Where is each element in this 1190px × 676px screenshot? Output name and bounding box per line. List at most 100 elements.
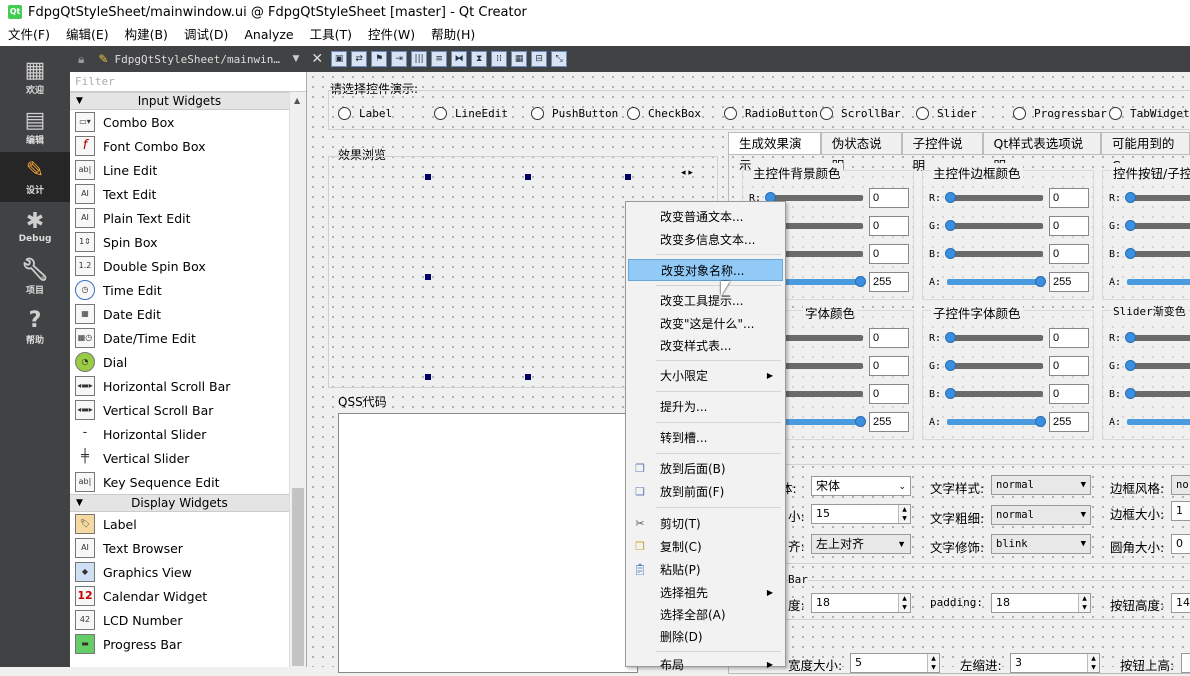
- menu-send-to-back[interactable]: ❐ 放到后面(B): [628, 458, 783, 480]
- channel-slider[interactable]: [945, 388, 1043, 399]
- tab-pseudo-states[interactable]: 伪状态说明: [820, 132, 902, 173]
- widget-line-edit[interactable]: ab| Line Edit: [70, 158, 306, 182]
- menu-select-all[interactable]: 选择全部(A): [628, 604, 783, 626]
- widget-lcd-number[interactable]: 42 LCD Number: [70, 608, 306, 632]
- scroll-up-icon[interactable]: ▲: [294, 96, 300, 105]
- channel-value[interactable]: 0: [869, 216, 909, 236]
- channel-value[interactable]: 0: [1049, 188, 1089, 208]
- menu-file[interactable]: 文件(F): [0, 24, 58, 46]
- selection-handle[interactable]: [525, 174, 531, 180]
- menu-layout[interactable]: 布局 ▶: [628, 654, 783, 676]
- slider-knob[interactable]: [1125, 388, 1136, 399]
- widget-vertical-scroll-bar[interactable]: ◂▬▸ Vertical Scroll Bar: [70, 398, 306, 422]
- slider-knob[interactable]: [945, 192, 956, 203]
- radio-checkbox[interactable]: CheckBox: [627, 107, 701, 120]
- channel-slider[interactable]: [1125, 220, 1190, 231]
- splitter-vertical-icon[interactable]: ⧗: [471, 51, 488, 67]
- menu-bring-to-front[interactable]: ❏ 放到前面(F): [628, 481, 783, 503]
- channel-slider[interactable]: [1125, 192, 1190, 203]
- edit-tab-order-icon[interactable]: ⇥: [391, 51, 408, 67]
- category-display-widgets[interactable]: ▼ Display Widgets: [70, 494, 306, 512]
- menu-change-plain-text[interactable]: 改变普通文本...: [628, 206, 783, 228]
- layout-form-icon[interactable]: ⁞⁞: [491, 51, 508, 67]
- width-size-spin[interactable]: 5 ▲ ▼: [850, 653, 940, 673]
- channel-value[interactable]: 0: [869, 244, 909, 264]
- radio-tabwidget[interactable]: TabWidget: [1109, 107, 1190, 120]
- channel-value[interactable]: 0: [1049, 356, 1089, 376]
- radio-pushbutton[interactable]: PushButton: [531, 107, 618, 120]
- adjust-size-icon[interactable]: ⤡: [551, 51, 568, 67]
- widget-plain-text-edit[interactable]: AI Plain Text Edit: [70, 206, 306, 230]
- channel-slider[interactable]: [1125, 388, 1190, 399]
- radio-radiobutton[interactable]: RadioButton: [724, 107, 818, 120]
- spin-arrows-icon[interactable]: ▲ ▼: [1078, 594, 1090, 612]
- widget-font-combo-box[interactable]: f Font Combo Box: [70, 134, 306, 158]
- spin-arrows-icon[interactable]: ▲ ▼: [927, 654, 939, 672]
- channel-slider[interactable]: [945, 360, 1043, 371]
- channel-value[interactable]: 0: [1049, 328, 1089, 348]
- edit-buddies-icon[interactable]: ⚑: [371, 51, 388, 67]
- slider-knob[interactable]: [855, 416, 866, 427]
- widget-combo-box[interactable]: ▭▾ Combo Box: [70, 110, 306, 134]
- menu-copy[interactable]: ❐ 复制(C): [628, 536, 783, 558]
- channel-slider[interactable]: [947, 416, 1046, 427]
- mode-debug[interactable]: ✱ Debug: [0, 202, 70, 252]
- left-indent-spin[interactable]: 3 ▲ ▼: [1010, 653, 1100, 673]
- channel-value[interactable]: 0: [869, 384, 909, 404]
- mode-welcome[interactable]: ▦ 欢迎: [0, 52, 70, 102]
- spin-arrows-icon[interactable]: ▲ ▼: [898, 594, 910, 612]
- widget-calendar[interactable]: 12 Calendar Widget: [70, 584, 306, 608]
- channel-slider[interactable]: [945, 332, 1043, 343]
- menu-tools[interactable]: 工具(T): [302, 24, 360, 46]
- slider-knob[interactable]: [945, 220, 956, 231]
- widget-progress-bar[interactable]: ▬ Progress Bar: [70, 632, 306, 656]
- menu-delete[interactable]: 删除(D): [628, 626, 783, 648]
- slider-knob[interactable]: [1125, 220, 1136, 231]
- spin-arrows-icon[interactable]: ▲ ▼: [898, 505, 910, 523]
- channel-value[interactable]: 0: [869, 188, 909, 208]
- mode-help[interactable]: ? 帮助: [0, 302, 70, 352]
- menu-build[interactable]: 构建(B): [117, 24, 176, 46]
- widget-text-browser[interactable]: AI Text Browser: [70, 536, 306, 560]
- menu-widgets[interactable]: 控件(W): [360, 24, 423, 46]
- text-decoration-combo[interactable]: blink ▼: [991, 534, 1091, 554]
- button-top-height-spin[interactable]: [1181, 653, 1190, 673]
- widget-horizontal-slider[interactable]: -+- Horizontal Slider: [70, 422, 306, 446]
- menu-change-rich-text[interactable]: 改变多信息文本...: [628, 229, 783, 251]
- slider-knob[interactable]: [945, 332, 956, 343]
- border-style-combo[interactable]: nor: [1171, 475, 1190, 495]
- channel-value[interactable]: 255: [1049, 272, 1089, 292]
- channel-value[interactable]: 0: [869, 356, 909, 376]
- tab-qt-stylesheet-options[interactable]: Qt样式表选项说明: [982, 132, 1101, 173]
- break-layout-icon[interactable]: ⊟: [531, 51, 548, 67]
- radius-spin[interactable]: 0: [1171, 534, 1190, 554]
- menu-debug[interactable]: 调试(D): [176, 24, 236, 46]
- spin-arrows-icon[interactable]: ▲ ▼: [1087, 654, 1099, 672]
- qss-code-editor[interactable]: [338, 413, 638, 673]
- selection-handle[interactable]: [425, 374, 431, 380]
- selection-handle[interactable]: [425, 174, 431, 180]
- text-style-combo[interactable]: normal ▼: [991, 475, 1091, 495]
- radio-scrollbar[interactable]: ScrollBar: [820, 107, 901, 120]
- tab-possible-use[interactable]: 可能用到的C: [1100, 132, 1190, 173]
- mode-edit[interactable]: ▤ 编辑: [0, 102, 70, 152]
- channel-value[interactable]: 255: [869, 412, 909, 432]
- menu-go-to-slot[interactable]: 转到槽...: [628, 427, 783, 449]
- layout-grid-icon[interactable]: ▦: [511, 51, 528, 67]
- selection-handle[interactable]: [525, 374, 531, 380]
- channel-slider[interactable]: [1125, 360, 1190, 371]
- widget-double-spin-box[interactable]: 1.2 Double Spin Box: [70, 254, 306, 278]
- font-combo[interactable]: 宋体 ⌄: [811, 476, 911, 496]
- border-size-spin[interactable]: 1: [1171, 501, 1190, 521]
- channel-slider[interactable]: [1127, 419, 1190, 425]
- channel-value[interactable]: 255: [869, 272, 909, 292]
- mode-design[interactable]: ✎ 设计: [0, 152, 70, 202]
- widget-graphics-view[interactable]: ◆ Graphics View: [70, 560, 306, 584]
- channel-slider[interactable]: [945, 192, 1043, 203]
- button-height-spin[interactable]: 14: [1171, 593, 1190, 613]
- widget-datetime-edit[interactable]: ▦◷ Date/Time Edit: [70, 326, 306, 350]
- widget-spin-box[interactable]: 1⇕ Spin Box: [70, 230, 306, 254]
- widget-time-edit[interactable]: ◷ Time Edit: [70, 278, 306, 302]
- scrollbar-thumb[interactable]: [292, 488, 304, 666]
- selection-handle[interactable]: [625, 174, 631, 180]
